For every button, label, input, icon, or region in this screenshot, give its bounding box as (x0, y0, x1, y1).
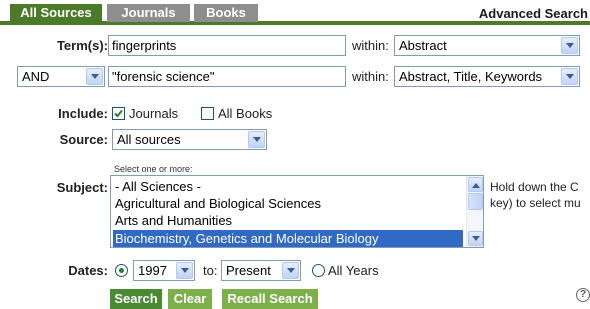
subject-option[interactable]: Agricultural and Biological Sciences (113, 195, 463, 212)
subject-side-note-1: Hold down the C (490, 180, 579, 194)
date-from-value: 1997 (138, 263, 167, 278)
scroll-thumb[interactable] (468, 193, 483, 210)
operator-select[interactable]: AND (17, 66, 105, 87)
terms-label: Term(s): (56, 38, 108, 53)
help-icon[interactable]: ? (576, 288, 590, 302)
dates-label: Dates: (68, 263, 108, 278)
source-select[interactable]: All sources (112, 129, 267, 150)
subject-option[interactable]: - All Sciences - (113, 178, 463, 195)
subject-listbox[interactable]: - All Sciences - Agricultural and Biolog… (110, 175, 484, 248)
chevron-down-icon[interactable] (248, 131, 265, 148)
within1-select[interactable]: Abstract (394, 35, 580, 56)
tab-bar: All Sources Journals Books Advanced Sear… (0, 0, 590, 30)
source-label: Source: (59, 132, 108, 147)
date-range-radio[interactable] (115, 264, 128, 277)
subject-scrollbar[interactable] (466, 176, 483, 247)
date-to-value: Present (226, 263, 271, 278)
operator-value: AND (22, 69, 50, 84)
tab-all-sources[interactable]: All Sources (10, 4, 102, 22)
chevron-down-icon[interactable] (282, 262, 299, 279)
advanced-search-link[interactable]: Advanced Search (479, 6, 588, 21)
journals-checkbox[interactable] (112, 107, 125, 120)
recall-search-button[interactable]: Recall Search (222, 289, 318, 309)
chevron-down-icon[interactable] (86, 68, 103, 85)
scroll-up-icon[interactable] (468, 177, 483, 192)
journals-label: Journals (129, 106, 179, 121)
within2-select[interactable]: Abstract, Title, Keywords (394, 66, 580, 87)
source-value: All sources (117, 132, 181, 147)
clear-button[interactable]: Clear (168, 289, 212, 309)
search-button[interactable]: Search (110, 289, 162, 309)
scroll-down-icon[interactable] (468, 231, 483, 246)
chevron-down-icon[interactable] (176, 262, 193, 279)
date-to-label: to: (203, 263, 218, 278)
all-years-label: All Years (328, 263, 379, 278)
all-books-checkbox[interactable] (201, 107, 214, 120)
within1-value: Abstract (399, 38, 447, 53)
subject-option-selected[interactable]: Biochemistry, Genetics and Molecular Bio… (113, 230, 463, 247)
tab-journals[interactable]: Journals (107, 4, 190, 22)
date-from-select[interactable]: 1997 (133, 260, 195, 281)
subject-label: Subject: (56, 180, 108, 195)
chevron-down-icon[interactable] (561, 37, 578, 54)
all-books-label: All Books (218, 106, 273, 121)
within2-label: within: (352, 69, 389, 84)
subject-option[interactable]: Arts and Humanities (113, 212, 463, 229)
term2-input[interactable]: "forensic science" (108, 66, 346, 87)
chevron-down-icon[interactable] (561, 68, 578, 85)
subject-hint: Select one or more: (114, 164, 193, 174)
tab-books[interactable]: Books (194, 4, 258, 22)
within1-label: within: (352, 38, 389, 53)
include-label: Include: (58, 106, 108, 121)
date-to-select[interactable]: Present (221, 260, 301, 281)
term1-input[interactable]: fingerprints (108, 35, 346, 56)
subject-side-note-2: key) to select mu (490, 196, 581, 210)
within2-value: Abstract, Title, Keywords (399, 69, 543, 84)
all-years-radio[interactable] (312, 264, 325, 277)
